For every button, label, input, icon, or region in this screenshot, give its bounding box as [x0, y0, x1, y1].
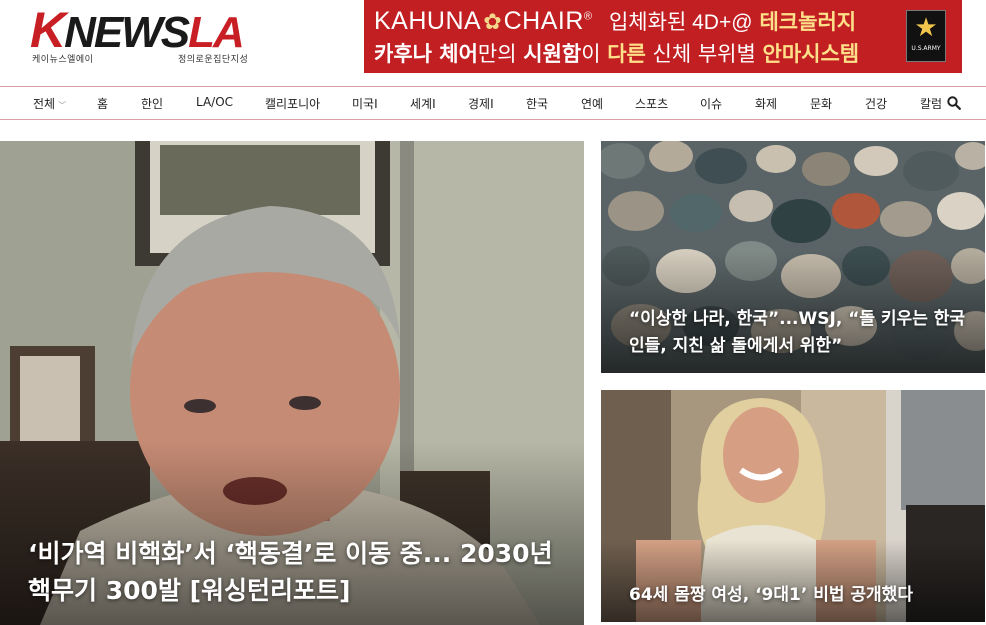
army-star-icon: ★	[914, 13, 938, 43]
logo-news: NEWS	[64, 8, 190, 57]
logo-subtitle-right: 정의로운집단지성	[178, 55, 249, 65]
article-card-stones[interactable]: “이상한 나라, 한국”...WSJ, “돌 키우는 한국인들, 지친 삶 돌에…	[601, 141, 985, 373]
ad-headline: KAHUNA✿CHAIR® 입체화된 4D+@ 테크놀러지	[374, 6, 856, 36]
article-title-fitness[interactable]: 64세 몸짱 여성, ‘9대1’ 비법 공개했다	[629, 583, 979, 607]
feature-article-title[interactable]: ‘비가역 비핵화’서 ‘핵동결’로 이동 중... 2030년 핵무기 300발…	[28, 535, 558, 609]
site-header: KNEWSLA 케이뉴스엘에이 정의로운집단지성 KAHUNA✿CHAIR® 입…	[0, 0, 986, 86]
ad-tagline-white: 입체화된 4D+@	[608, 11, 753, 34]
main-nav: 전체 ﹀ 홈 한인 LA/OC 캘리포니아 미국I 세계I 경제I 한국 연예 스…	[0, 86, 986, 120]
ad-sub-7: 안마시스템	[762, 42, 860, 66]
ad-brand-name-2: CHAIR	[503, 7, 584, 35]
army-label: U.S.ARMY	[911, 45, 941, 52]
logo-wordmark: KNEWSLA	[30, 5, 245, 57]
ad-sub-3: 시원함	[523, 42, 582, 66]
nav-item-entertainment[interactable]: 연예	[581, 95, 603, 112]
nav-item-korea[interactable]: 한국	[526, 95, 548, 112]
ad-sub-6: 신체 부위별	[645, 42, 763, 66]
nav-item-all[interactable]: 전체 ﹀	[33, 95, 66, 112]
nav-item-home[interactable]: 홈	[97, 95, 108, 112]
ad-banner[interactable]: KAHUNA✿CHAIR® 입체화된 4D+@ 테크놀러지 카후나 체어만의 시…	[364, 0, 962, 73]
logo-subtitle-left: 케이뉴스엘에이	[32, 55, 94, 65]
site-logo[interactable]: KNEWSLA 케이뉴스엘에이 정의로운집단지성	[30, 5, 270, 66]
feature-article-card[interactable]: ‘비가역 비핵화’서 ‘핵동결’로 이동 중... 2030년 핵무기 300발…	[0, 141, 584, 625]
ad-registered-mark: ®	[583, 10, 593, 23]
nav-item-health[interactable]: 건강	[865, 95, 887, 112]
nav-item-issues[interactable]: 이슈	[700, 95, 722, 112]
ad-sub-5: 다른	[607, 42, 646, 66]
nav-item-economy[interactable]: 경제I	[468, 95, 494, 112]
logo-la: LA	[188, 8, 245, 57]
ad-sub-1: 카후나 체어	[374, 42, 478, 66]
nav-item-sports[interactable]: 스포츠	[635, 95, 668, 112]
nav-item-column[interactable]: 칼럼	[920, 95, 942, 112]
ad-sub-4: 이	[581, 42, 608, 66]
ad-brand-name: KAHUNA	[374, 7, 482, 35]
ad-subline: 카후나 체어만의 시원함이 다른 신체 부위별 안마시스템	[374, 38, 859, 68]
article-card-fitness[interactable]: 64세 몸짱 여성, ‘9대1’ 비법 공개했다	[601, 390, 985, 622]
nav-item-label: 전체	[33, 97, 56, 111]
ad-sub-2: 만의	[477, 42, 524, 66]
nav-item-korean-american[interactable]: 한인	[141, 95, 163, 112]
nav-item-culture[interactable]: 문화	[810, 95, 832, 112]
search-icon[interactable]	[947, 95, 963, 111]
nav-item-world[interactable]: 세계I	[410, 95, 436, 112]
flower-icon: ✿	[483, 9, 502, 34]
ad-tagline-yellow: 테크놀러지	[759, 11, 857, 34]
nav-item-california[interactable]: 캘리포니아	[265, 95, 320, 112]
article-title-stones[interactable]: “이상한 나라, 한국”...WSJ, “돌 키우는 한국인들, 지친 삶 돌에…	[629, 306, 979, 360]
nav-item-la-oc[interactable]: LA/OC	[196, 95, 233, 109]
logo-k: K	[30, 2, 66, 58]
chevron-down-icon: ﹀	[58, 101, 67, 110]
army-logo: ★ U.S.ARMY	[906, 10, 946, 62]
nav-item-topics[interactable]: 화제	[755, 95, 777, 112]
nav-item-usa[interactable]: 미국I	[352, 95, 378, 112]
